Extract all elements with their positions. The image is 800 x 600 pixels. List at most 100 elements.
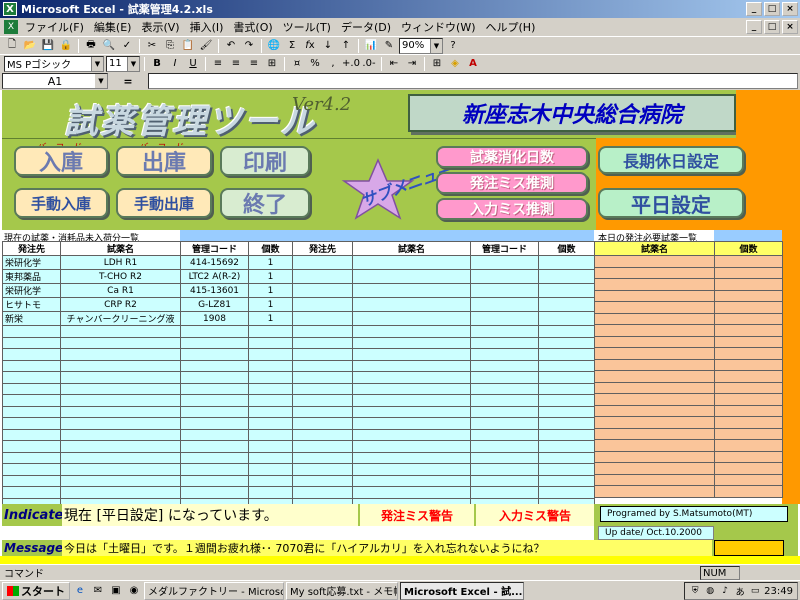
task-excel[interactable]: Microsoft Excel - 試... bbox=[400, 581, 524, 600]
table-cell[interactable] bbox=[538, 382, 595, 395]
align-right-icon[interactable]: ≡ bbox=[246, 56, 262, 72]
table-cell[interactable] bbox=[538, 283, 595, 298]
table-row[interactable]: 東邦薬品 T-CHO R2 LTC2 A(R-2) 1 bbox=[2, 269, 595, 284]
table-cell[interactable] bbox=[352, 474, 471, 487]
table-cell[interactable] bbox=[2, 394, 61, 407]
table-cell[interactable] bbox=[538, 297, 595, 312]
table-cell[interactable] bbox=[248, 474, 293, 487]
table-cell[interactable] bbox=[538, 348, 595, 361]
table-row[interactable] bbox=[594, 335, 783, 348]
table-row[interactable] bbox=[2, 463, 595, 476]
menu-tools[interactable]: ツール(T) bbox=[278, 19, 336, 35]
table-cell[interactable] bbox=[2, 428, 61, 441]
table-cell[interactable] bbox=[594, 358, 715, 371]
table-cell[interactable] bbox=[180, 486, 249, 499]
task-medal-factory[interactable]: メダルファクトリー - Microso... bbox=[144, 581, 284, 600]
table-row[interactable] bbox=[594, 358, 783, 371]
table-cell[interactable] bbox=[594, 439, 715, 452]
table-row[interactable] bbox=[2, 440, 595, 453]
table-cell[interactable] bbox=[470, 371, 539, 384]
table-cell[interactable]: Ca R1 bbox=[60, 283, 181, 298]
table-cell[interactable] bbox=[248, 463, 293, 476]
table-cell[interactable] bbox=[60, 463, 181, 476]
menu-view[interactable]: 表示(V) bbox=[136, 19, 184, 35]
table-cell[interactable] bbox=[538, 428, 595, 441]
table-cell[interactable] bbox=[714, 301, 783, 314]
table-row[interactable] bbox=[594, 312, 783, 325]
table-cell[interactable] bbox=[60, 359, 181, 372]
menu-insert[interactable]: 挿入(I) bbox=[185, 19, 229, 35]
table-cell[interactable] bbox=[470, 348, 539, 361]
table-cell[interactable] bbox=[470, 255, 539, 270]
insatsu-button[interactable]: 印刷 bbox=[220, 146, 310, 176]
table-cell[interactable] bbox=[248, 359, 293, 372]
table-cell[interactable] bbox=[292, 269, 353, 284]
table-row[interactable] bbox=[2, 417, 595, 430]
table-cell[interactable]: G-LZ81 bbox=[180, 297, 249, 312]
table-row[interactable] bbox=[2, 325, 595, 338]
table-cell[interactable] bbox=[470, 297, 539, 312]
workbook-restore-button[interactable]: □ bbox=[764, 20, 780, 34]
table-row[interactable] bbox=[594, 289, 783, 302]
order-table[interactable]: 試薬名 個数 bbox=[594, 241, 783, 498]
table-cell[interactable] bbox=[292, 440, 353, 453]
table-cell[interactable] bbox=[352, 255, 471, 270]
menu-edit[interactable]: 編集(E) bbox=[89, 19, 137, 35]
name-box[interactable]: A1 ▼ bbox=[2, 73, 108, 89]
message-end-cell[interactable] bbox=[714, 540, 784, 556]
sort-asc-icon[interactable]: ↓ bbox=[320, 38, 336, 54]
table-cell[interactable] bbox=[248, 417, 293, 430]
table-cell[interactable] bbox=[470, 486, 539, 499]
table-cell[interactable]: ヒサトモ bbox=[2, 297, 61, 312]
menu-window[interactable]: ウィンドウ(W) bbox=[396, 19, 480, 35]
table-cell[interactable] bbox=[594, 324, 715, 337]
table-row[interactable] bbox=[2, 474, 595, 487]
table-row[interactable] bbox=[594, 324, 783, 337]
decrease-decimal-icon[interactable]: .0- bbox=[361, 56, 377, 72]
increase-indent-icon[interactable]: ⇥ bbox=[404, 56, 420, 72]
table-cell[interactable] bbox=[292, 348, 353, 361]
table-cell[interactable] bbox=[292, 371, 353, 384]
hyperlink-icon[interactable]: 🌐 bbox=[266, 38, 282, 54]
table-cell[interactable] bbox=[248, 325, 293, 338]
table-cell[interactable] bbox=[180, 417, 249, 430]
equals-sign[interactable]: = bbox=[108, 75, 148, 88]
table-cell[interactable] bbox=[2, 474, 61, 487]
help-icon[interactable]: ? bbox=[445, 38, 461, 54]
table-row[interactable]: 栄研化学 LDH R1 414-15692 1 bbox=[2, 255, 595, 270]
table-cell[interactable] bbox=[248, 336, 293, 349]
open-folder-icon[interactable]: 📂 bbox=[22, 38, 38, 54]
table-cell[interactable] bbox=[714, 347, 783, 360]
table-cell[interactable] bbox=[470, 440, 539, 453]
table-cell[interactable] bbox=[60, 325, 181, 338]
close-button[interactable]: × bbox=[782, 2, 798, 16]
align-left-icon[interactable]: ≡ bbox=[210, 56, 226, 72]
comma-icon[interactable]: , bbox=[325, 56, 341, 72]
table-cell[interactable] bbox=[2, 405, 61, 418]
table-cell[interactable] bbox=[352, 382, 471, 395]
table-cell[interactable] bbox=[2, 325, 61, 338]
workbook-minimize-button[interactable]: _ bbox=[746, 20, 762, 34]
table-cell[interactable] bbox=[714, 485, 783, 498]
table-cell[interactable]: LTC2 A(R-2) bbox=[180, 269, 249, 284]
table-row[interactable] bbox=[594, 266, 783, 279]
table-cell[interactable] bbox=[594, 416, 715, 429]
table-cell[interactable] bbox=[180, 474, 249, 487]
table-cell[interactable] bbox=[594, 278, 715, 291]
currency-icon[interactable]: ¤ bbox=[289, 56, 305, 72]
sub-menu-button[interactable]: サブメニュー bbox=[340, 158, 455, 220]
table-row[interactable]: ヒサトモ CRP R2 G-LZ81 1 bbox=[2, 297, 595, 312]
table-cell[interactable] bbox=[470, 311, 539, 326]
table-cell[interactable] bbox=[60, 348, 181, 361]
font-color-icon[interactable]: A bbox=[465, 56, 481, 72]
worksheet[interactable]: 試薬管理ツール Ver4.2 新座志木中央総合病院 バーコード バーコード 入庫… bbox=[0, 90, 800, 564]
table-cell[interactable] bbox=[538, 417, 595, 430]
table-cell[interactable] bbox=[714, 324, 783, 337]
drawing-icon[interactable]: ✎ bbox=[381, 38, 397, 54]
table-cell[interactable] bbox=[248, 486, 293, 499]
table-cell[interactable]: 1 bbox=[248, 283, 293, 298]
table-cell[interactable] bbox=[470, 359, 539, 372]
table-cell[interactable] bbox=[714, 462, 783, 475]
table-cell[interactable] bbox=[180, 325, 249, 338]
table-cell[interactable] bbox=[180, 382, 249, 395]
